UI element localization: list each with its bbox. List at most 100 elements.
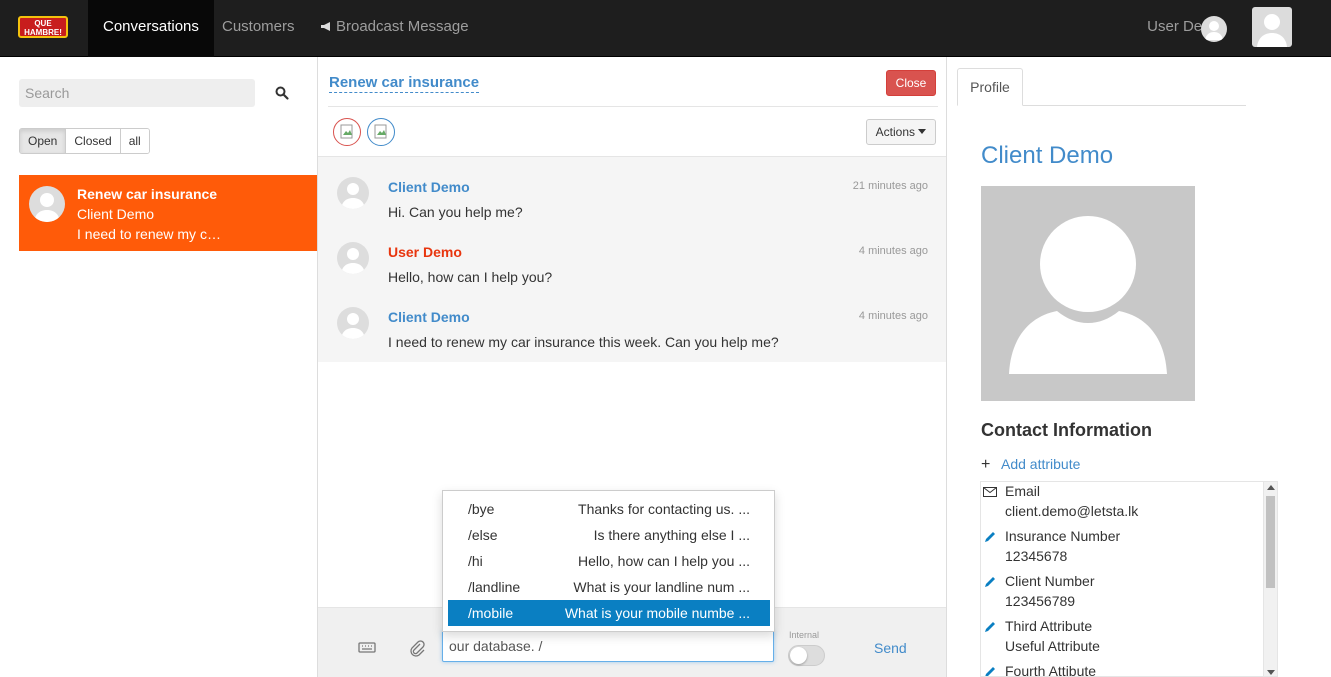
participant-client-icon[interactable]	[333, 118, 361, 146]
canned-response-item-selected[interactable]: /mobile What is your mobile numbe ...	[448, 600, 770, 626]
attribute-value: client.demo@letsta.lk	[1005, 503, 1139, 519]
canned-response-item[interactable]: /hi Hello, how can I help you ...	[448, 548, 770, 574]
attribute-fourth[interactable]: Fourth Attibute	[981, 662, 1261, 677]
message-list: Client Demo 21 minutes ago Hi. Can you h…	[318, 156, 946, 362]
canned-response-item[interactable]: /else Is there anything else I ...	[448, 522, 770, 548]
megaphone-icon	[321, 22, 330, 31]
header-divider	[328, 106, 938, 107]
search-icon[interactable]	[274, 85, 290, 101]
canned-command: /mobile	[468, 605, 514, 621]
actions-dropdown-button[interactable]: Actions	[866, 119, 936, 145]
avatar	[337, 242, 369, 274]
canned-command: /bye	[468, 501, 495, 517]
internal-toggle[interactable]	[788, 645, 825, 666]
status-filter-group: Open Closed all	[19, 128, 150, 154]
profile-name: Client Demo	[981, 142, 1114, 169]
message-item: User Demo 4 minutes ago Hello, how can I…	[318, 222, 946, 287]
attribute-value: Useful Attribute	[1005, 638, 1100, 654]
canned-text: What is your landline num ...	[573, 579, 750, 595]
canned-text: What is your mobile numbe ...	[564, 605, 750, 621]
canned-response-item[interactable]: /landline What is your landline num ...	[448, 574, 770, 600]
message-time: 21 minutes ago	[852, 180, 928, 192]
actions-label: Actions	[875, 125, 915, 139]
account-avatar[interactable]	[1252, 7, 1292, 47]
message-input[interactable]: our database. /	[442, 630, 774, 662]
pencil-icon[interactable]	[983, 665, 997, 677]
pencil-icon[interactable]	[983, 620, 997, 634]
filter-open-button[interactable]: Open	[20, 129, 67, 153]
plus-icon: +	[981, 456, 991, 473]
conversation-preview: I need to renew my c…	[77, 226, 221, 242]
attribute-value: 123456789	[1005, 593, 1076, 609]
add-attribute-label: Add attribute	[1001, 456, 1081, 472]
attribute-list-scrollbar[interactable]	[1263, 482, 1277, 676]
contact-information-heading: Contact Information	[981, 420, 1152, 440]
attribute-label: Insurance Number	[1005, 528, 1121, 544]
canned-command: /hi	[468, 553, 483, 569]
nav-broadcast-message[interactable]: Broadcast Message	[305, 0, 484, 57]
nav-conversations-label: Conversations	[103, 18, 199, 35]
attribute-label: Email	[1005, 483, 1041, 499]
paperclip-icon[interactable]	[408, 639, 426, 657]
avatar	[29, 186, 65, 222]
message-item: Client Demo 21 minutes ago Hi. Can you h…	[318, 157, 946, 222]
avatar	[337, 307, 369, 339]
canned-command: /else	[468, 527, 498, 543]
avatar	[337, 177, 369, 209]
conversation-list-item[interactable]: Renew car insurance Client Demo I need t…	[19, 175, 317, 251]
attribute-value: 12345678	[1005, 548, 1068, 564]
message-time: 4 minutes ago	[858, 245, 928, 257]
filter-closed-button[interactable]: Closed	[66, 129, 121, 153]
scroll-up-arrow-icon[interactable]	[1267, 485, 1275, 490]
scroll-down-arrow-icon[interactable]	[1267, 670, 1275, 675]
keyboard-icon[interactable]	[358, 640, 376, 654]
attribute-label: Fourth Attibute	[1005, 663, 1097, 677]
message-text: I need to renew my car insurance this we…	[388, 334, 779, 350]
tab-profile[interactable]: Profile	[957, 68, 1023, 106]
nav-customers[interactable]: Customers	[207, 0, 310, 57]
canned-responses-dropdown: /bye Thanks for contacting us. ... /else…	[442, 490, 775, 632]
attribute-label: Third Attribute	[1005, 618, 1093, 634]
message-item: Client Demo 4 minutes ago I need to rene…	[318, 287, 946, 352]
caret-down-icon	[918, 129, 927, 134]
attribute-insurance-number[interactable]: Insurance Number 12345678	[981, 527, 1261, 571]
pencil-icon[interactable]	[983, 530, 997, 544]
conversation-header-title[interactable]: Renew car insurance	[329, 74, 480, 93]
attribute-label: Client Number	[1005, 573, 1095, 589]
envelope-icon	[983, 487, 997, 497]
attribute-third[interactable]: Third Attribute Useful Attribute	[981, 617, 1261, 661]
search-input[interactable]	[19, 79, 255, 107]
message-text: Hello, how can I help you?	[388, 269, 553, 285]
nav-conversations[interactable]: Conversations	[88, 0, 214, 57]
attribute-list: Email client.demo@letsta.lk Insurance Nu…	[980, 481, 1278, 677]
scrollbar-thumb[interactable]	[1266, 496, 1275, 588]
send-button[interactable]: Send	[874, 640, 907, 656]
message-text: Hi. Can you help me?	[388, 204, 523, 220]
nav-customers-label: Customers	[222, 18, 295, 35]
canned-response-item[interactable]: /bye Thanks for contacting us. ...	[448, 496, 770, 522]
message-author: Client Demo	[388, 179, 470, 195]
canned-text: Hello, how can I help you ...	[578, 553, 750, 569]
canned-command: /landline	[468, 579, 521, 595]
message-author: User Demo	[388, 244, 462, 260]
add-attribute-link[interactable]: + Add attribute	[981, 456, 1080, 474]
close-conversation-button[interactable]: Close	[886, 70, 936, 96]
pencil-icon[interactable]	[983, 575, 997, 589]
brand-logo[interactable]: QUE HAMBRE!	[18, 16, 68, 38]
message-author: Client Demo	[388, 309, 470, 325]
participant-agent-icon[interactable]	[367, 118, 395, 146]
toggle-knob	[790, 647, 807, 664]
top-navbar: QUE HAMBRE! Conversations Customers Broad…	[0, 0, 1331, 57]
attribute-client-number[interactable]: Client Number 123456789	[981, 572, 1261, 616]
internal-toggle-label: Internal	[789, 630, 820, 640]
conversation-client: Client Demo	[77, 206, 155, 222]
conversation-panel: Renew car insurance Close Actions Client…	[317, 57, 947, 677]
canned-text: Thanks for contacting us. ...	[578, 501, 750, 517]
message-time: 4 minutes ago	[858, 310, 928, 322]
profile-photo	[981, 186, 1195, 401]
attribute-email: Email client.demo@letsta.lk	[981, 482, 1261, 526]
user-avatar[interactable]	[1201, 16, 1227, 42]
conversation-title: Renew car insurance	[77, 186, 218, 202]
filter-all-button[interactable]: all	[120, 129, 149, 153]
nav-broadcast-label: Broadcast Message	[336, 18, 469, 35]
